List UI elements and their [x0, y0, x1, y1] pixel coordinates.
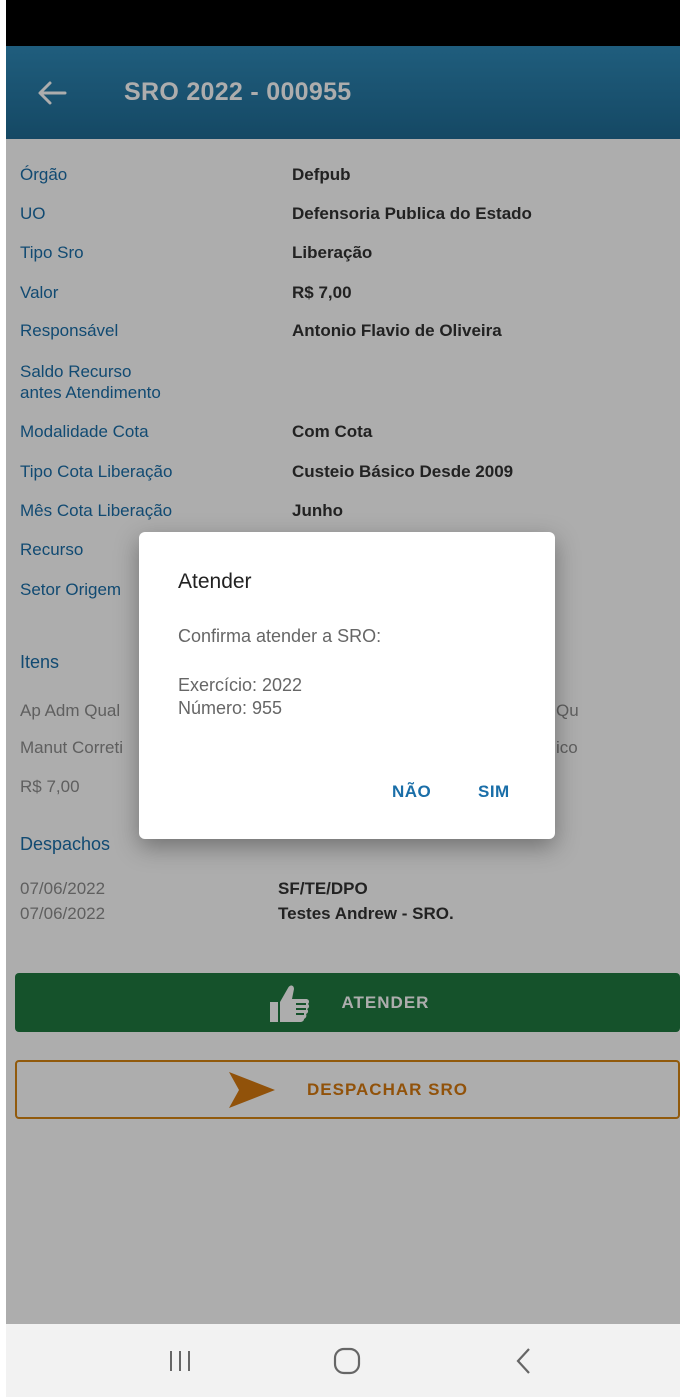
dialog-title: Atender	[178, 570, 252, 593]
system-back-button[interactable]	[463, 1324, 583, 1397]
dialog-numero: Número: 955	[178, 698, 283, 718]
recent-apps-icon	[170, 1350, 190, 1371]
dialog-exercicio: Exercício: 2022	[178, 675, 303, 695]
dialog-message: Confirma atender a SRO:	[178, 626, 382, 646]
app-screen: SRO 2022 - 000955 Órgão Defpub UO Defens…	[6, 0, 680, 1397]
chevron-left-icon	[516, 1347, 530, 1374]
recent-apps-button[interactable]	[120, 1324, 240, 1397]
home-icon	[333, 1347, 361, 1374]
dialog-yes-button[interactable]: SIM	[478, 782, 510, 802]
system-nav-bar	[6, 1324, 680, 1397]
dialog-no-button[interactable]: NÃO	[392, 782, 431, 802]
home-button[interactable]	[287, 1324, 407, 1397]
confirm-dialog: Atender Confirma atender a SRO: Exercíci…	[139, 532, 555, 839]
